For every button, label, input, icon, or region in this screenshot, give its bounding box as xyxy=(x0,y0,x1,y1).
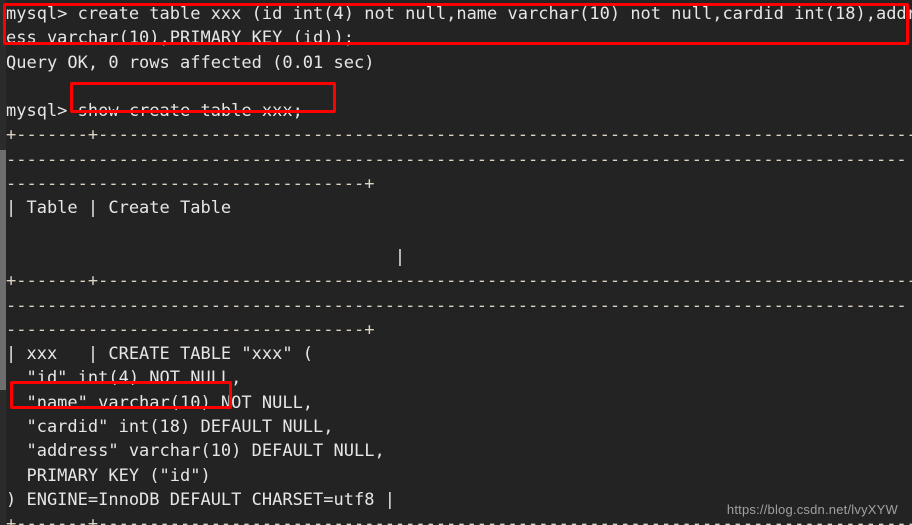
terminal-output: mysql> create table xxx (id int(4) not n… xyxy=(6,2,912,525)
terminal-window: mysql> create table xxx (id int(4) not n… xyxy=(0,0,912,525)
terminal-line: PRIMARY KEY ("id") xyxy=(6,465,211,486)
terminal-line: Query OK, 0 rows affected (0.01 sec) xyxy=(6,52,375,73)
terminal-line: -----------------------------------+ xyxy=(6,174,375,195)
terminal-line: mysql> create table xxx (id int(4) not n… xyxy=(6,4,912,24)
terminal-line: ----------------------------------------… xyxy=(6,295,907,316)
terminal-line: +-------+-------------------------------… xyxy=(6,125,912,146)
terminal-line: +-------+-------------------------------… xyxy=(6,271,912,292)
terminal-line: mysql> show create table xxx; xyxy=(6,101,303,122)
terminal-line: | Table | Create Table xyxy=(6,198,232,219)
watermark-url: https://blog.csdn.net/lvyXYW xyxy=(726,502,898,517)
terminal-line: "name" varchar(10) NOT NULL, xyxy=(6,392,314,413)
terminal-line: ----------------------------------------… xyxy=(6,149,907,170)
terminal-line: | xxx | CREATE TABLE "xxx" ( xyxy=(6,344,314,365)
terminal-line: "address" varchar(10) DEFAULT NULL, xyxy=(6,441,385,462)
terminal-line: "cardid" int(18) DEFAULT NULL, xyxy=(6,417,334,438)
terminal-line: "id" int(4) NOT NULL, xyxy=(6,368,242,389)
terminal-line: ess varchar(10),PRIMARY KEY (id)); xyxy=(6,28,354,49)
terminal-line: | xyxy=(6,246,406,267)
terminal-line: -----------------------------------+ xyxy=(6,319,375,340)
